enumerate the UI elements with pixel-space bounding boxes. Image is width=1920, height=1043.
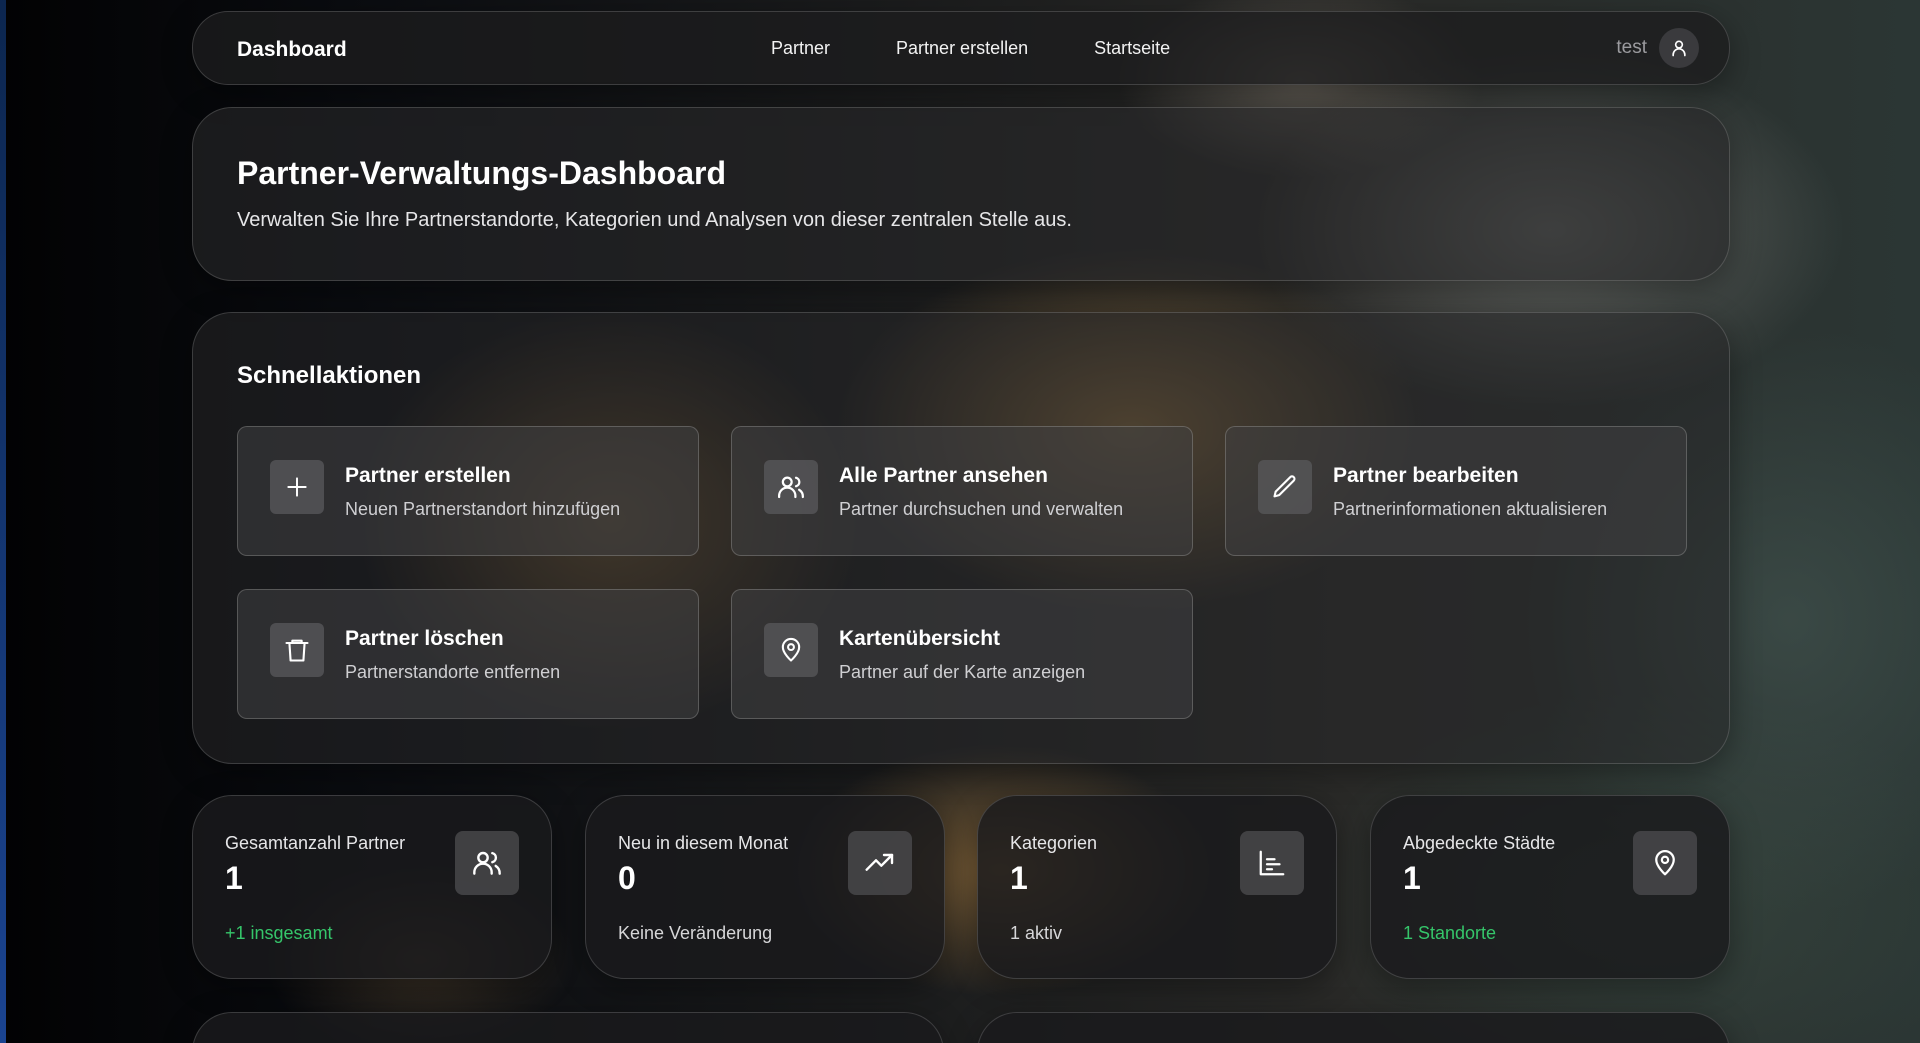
hero-panel: Partner-Verwaltungs-Dashboard Verwalten … — [192, 107, 1730, 281]
action-desc: Neuen Partnerstandort hinzufügen — [345, 499, 621, 519]
stat-footnote: Keine Veränderung — [618, 923, 773, 943]
stat-value: 1 — [1010, 860, 1028, 896]
map-pin-icon — [764, 623, 818, 677]
stat-value: 1 — [1403, 860, 1421, 896]
action-map-overview[interactable]: Kartenübersicht Partner auf der Karte an… — [731, 589, 1193, 719]
action-title: Partner erstellen — [345, 464, 511, 487]
pencil-icon — [1258, 460, 1312, 514]
stat-value: 0 — [618, 860, 636, 896]
bottom-panel-right — [977, 1012, 1730, 1043]
stat-footnote: 1 Standorte — [1403, 923, 1497, 943]
brand-dashboard[interactable]: Dashboard — [237, 38, 347, 62]
stat-card-covered-cities: Abgedeckte Städte 1 1 Standorte — [1370, 795, 1730, 979]
action-view-all-partners[interactable]: Alle Partner ansehen Partner durchsuchen… — [731, 426, 1193, 556]
nav-link-startseite[interactable]: Startseite — [1094, 38, 1170, 59]
plus-icon — [270, 460, 324, 514]
stat-value: 1 — [225, 860, 243, 896]
stat-footnote: 1 aktiv — [1010, 923, 1063, 943]
bottom-panel-left — [192, 1012, 944, 1043]
users-icon — [764, 460, 818, 514]
top-navbar: Dashboard Partner Partner erstellen Star… — [192, 11, 1730, 85]
stat-label: Neu in diesem Monat — [618, 833, 789, 853]
page-title: Partner-Verwaltungs-Dashboard — [237, 155, 726, 191]
bar-chart-icon — [1240, 831, 1304, 895]
action-title: Kartenübersicht — [839, 627, 1001, 650]
action-title: Partner bearbeiten — [1333, 464, 1519, 487]
trash-icon — [270, 623, 324, 677]
stat-card-categories: Kategorien 1 1 aktiv — [977, 795, 1337, 979]
page-subtitle: Verwalten Sie Ihre Partnerstandorte, Kat… — [237, 209, 1072, 231]
quick-actions-title: Schnellaktionen — [237, 362, 422, 389]
action-desc: Partnerstandorte entfernen — [345, 662, 561, 682]
nav-link-partner-erstellen[interactable]: Partner erstellen — [896, 38, 1028, 59]
users-icon — [455, 831, 519, 895]
nav-links: Partner Partner erstellen Startseite — [771, 38, 1236, 59]
nav-link-partner[interactable]: Partner — [771, 38, 830, 59]
trending-up-icon — [848, 831, 912, 895]
action-edit-partner[interactable]: Partner bearbeiten Partnerinformationen … — [1225, 426, 1687, 556]
map-pin-icon — [1633, 831, 1697, 895]
stat-label: Gesamtanzahl Partner — [225, 833, 406, 853]
stat-card-total-partners: Gesamtanzahl Partner 1 +1 insgesamt — [192, 795, 552, 979]
action-desc: Partnerinformationen aktualisieren — [1333, 499, 1608, 519]
quick-actions-panel: Schnellaktionen Partner erstellen Neuen … — [192, 312, 1730, 764]
action-title: Alle Partner ansehen — [839, 464, 1048, 487]
user-name[interactable]: test — [1616, 37, 1647, 59]
action-create-partner[interactable]: Partner erstellen Neuen Partnerstandort … — [237, 426, 699, 556]
action-title: Partner löschen — [345, 627, 504, 650]
action-desc: Partner durchsuchen und verwalten — [839, 499, 1124, 519]
action-delete-partner[interactable]: Partner löschen Partnerstandorte entfern… — [237, 589, 699, 719]
user-icon[interactable] — [1659, 28, 1699, 68]
window-edge — [0, 0, 6, 1043]
stat-card-new-this-month: Neu in diesem Monat 0 Keine Veränderung — [585, 795, 945, 979]
action-desc: Partner auf der Karte anzeigen — [839, 662, 1086, 682]
user-menu[interactable]: test — [1616, 28, 1699, 68]
stat-label: Kategorien — [1010, 833, 1098, 853]
stat-label: Abgedeckte Städte — [1403, 833, 1556, 853]
stat-footnote: +1 insgesamt — [225, 923, 333, 943]
